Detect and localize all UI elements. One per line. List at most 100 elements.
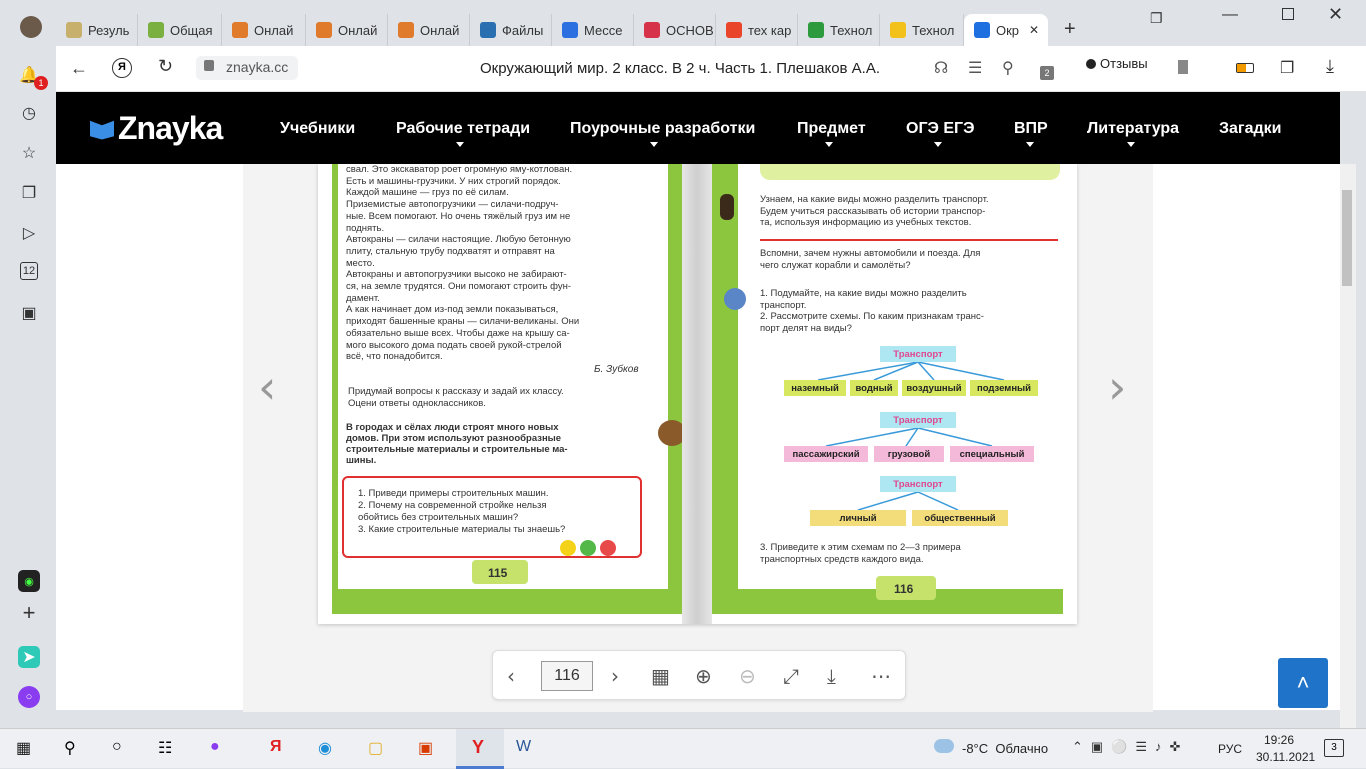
bookmark-manager-icon[interactable]: ❐ <box>1150 10 1163 27</box>
scrollbar[interactable] <box>1340 164 1356 728</box>
send-icon[interactable]: ➤ <box>18 646 40 668</box>
yandex-taskbar-icon[interactable]: Я <box>270 738 282 756</box>
alice-icon[interactable]: ○ <box>18 686 40 708</box>
tab-label: ОСНОВ <box>666 22 714 38</box>
new-tab-button[interactable]: + <box>1064 18 1076 41</box>
zoom-in-icon[interactable]: ⊕ <box>695 664 712 688</box>
nav-item-2[interactable]: Рабочие тетради <box>396 120 530 138</box>
weather-icon <box>934 739 954 753</box>
headphones-icon[interactable]: ☊ <box>934 58 948 78</box>
music-icon[interactable]: ◉ <box>18 570 40 592</box>
nav-item-1[interactable]: Учебники <box>280 120 355 138</box>
zoom-out-icon[interactable]: ⊖ <box>739 664 756 688</box>
notification-center[interactable]: 3 <box>1324 739 1344 757</box>
star-icon[interactable]: ☆ <box>18 142 40 164</box>
reviews-button[interactable]: Отзывы <box>1086 56 1148 71</box>
clipboard-icon[interactable]: ❐ <box>1280 58 1294 78</box>
tray-icons[interactable]: ⌃▣⚪☰♪✜ <box>1072 739 1188 755</box>
dropdown-caret-icon <box>1127 142 1135 147</box>
add-icon[interactable]: + <box>18 600 40 625</box>
nav-item-4[interactable]: Предмет <box>797 120 866 138</box>
office-icon[interactable]: ▣ <box>418 738 433 758</box>
text-line: всё, что понадобится. <box>346 351 443 363</box>
task-view-icon[interactable]: ☷ <box>158 738 172 758</box>
tab-favicon-icon <box>726 22 742 38</box>
language[interactable]: РУС <box>1218 742 1242 756</box>
tab-8[interactable]: ОСНОВ <box>634 14 716 46</box>
nav-item-7[interactable]: Литература <box>1087 120 1179 138</box>
tab-favicon-icon <box>316 22 332 38</box>
tab-1[interactable]: Резуль <box>56 14 138 46</box>
tab-10[interactable]: Технол <box>798 14 880 46</box>
start-icon[interactable]: ▦ <box>16 738 31 758</box>
extensions-badge[interactable]: 2 <box>1040 66 1054 80</box>
page-number-right: 116 <box>894 582 914 596</box>
tab-5[interactable]: Онлай <box>388 14 470 46</box>
calendar-icon[interactable]: 12 <box>20 262 38 280</box>
yandex-icon[interactable]: Я <box>112 58 132 78</box>
tab-6[interactable]: Файлы <box>470 14 552 46</box>
translate-icon[interactable]: ⚲ <box>1002 58 1014 78</box>
more-icon[interactable]: ⋯ <box>871 664 891 688</box>
screenshot-icon[interactable]: ▣ <box>18 302 40 324</box>
scheme-arrow <box>817 361 919 381</box>
next-page-arrow[interactable]: › <box>1108 360 1126 414</box>
text-line: Есть и машины-грузчики. У них строгий по… <box>346 175 561 187</box>
text-line: плиту, стальную трубу подхватят и отправ… <box>346 245 555 257</box>
maximize-button[interactable] <box>1282 8 1294 20</box>
dropdown-caret-icon <box>456 142 464 147</box>
tab-11[interactable]: Технол <box>880 14 964 46</box>
collections-icon[interactable]: ❐ <box>18 182 40 204</box>
address-bar: ← Я ↻ znayka.cc Окружающий мир. 2 класс.… <box>56 46 1366 92</box>
reload-icon[interactable]: ↻ <box>158 56 173 77</box>
tab-9[interactable]: тех кар <box>716 14 798 46</box>
text-line: обязательно выше всех. Чтобы даже на кры… <box>346 327 570 339</box>
tab-favicon-icon <box>890 22 906 38</box>
grid-icon[interactable]: ▦ <box>651 664 670 688</box>
download-page-icon[interactable]: ⤓ <box>827 664 836 688</box>
browser-sidebar: 🔔 1 ◷ ☆ ❐ ▷ 12 ▣ ◉ + ➤ ○ <box>0 0 56 728</box>
prev-icon[interactable]: ‹ <box>507 664 515 688</box>
alice-taskbar-icon[interactable]: ● <box>210 738 220 756</box>
text-line: Автокраны и автопогрузчики высоко не заб… <box>346 269 567 281</box>
edge-icon[interactable]: ◉ <box>318 738 332 758</box>
yandex-browser-active[interactable]: Y <box>456 729 504 769</box>
tab-favicon-icon <box>232 22 248 38</box>
minimize-button[interactable]: — <box>1222 6 1238 24</box>
tab-4[interactable]: Онлай <box>306 14 388 46</box>
close-tab-icon[interactable]: ✕ <box>1029 23 1039 37</box>
page-input[interactable]: 116 <box>541 661 593 691</box>
play-icon[interactable]: ▷ <box>18 222 40 244</box>
prev-page-arrow[interactable]: ‹ <box>258 360 276 414</box>
history-icon[interactable]: ◷ <box>18 102 40 124</box>
bookmark-icon[interactable] <box>1178 60 1188 74</box>
nav-item-5[interactable]: ОГЭ ЕГЭ <box>906 120 974 138</box>
nav-item-3[interactable]: Поурочные разработки <box>570 120 755 138</box>
cortana-icon[interactable]: ○ <box>112 738 122 756</box>
nav-item-6[interactable]: ВПР <box>1014 120 1048 138</box>
next-icon[interactable]: › <box>611 664 619 688</box>
close-window-button[interactable]: ✕ <box>1328 4 1343 25</box>
tab-12[interactable]: Окр ✕ <box>964 14 1048 46</box>
scheme-box: пассажирский <box>784 446 868 462</box>
text-line: та, используя информацию из учебных текс… <box>760 217 972 228</box>
scheme-box: общественный <box>912 510 1008 526</box>
back-icon[interactable]: ← <box>70 58 88 79</box>
reader-icon[interactable]: ☰ <box>968 58 982 78</box>
tab-label: Окр <box>996 22 1020 38</box>
download-icon[interactable]: ⤓ <box>1326 56 1334 77</box>
explorer-icon[interactable]: ▢ <box>368 738 383 758</box>
fullscreen-icon[interactable]: ⤢ <box>783 664 799 688</box>
avatar[interactable] <box>20 16 42 38</box>
search-icon[interactable]: ⚲ <box>64 738 76 758</box>
nav-item-8[interactable]: Загадки <box>1219 120 1281 138</box>
scroll-top-button[interactable]: ˄ <box>1278 658 1328 708</box>
znayka-logo[interactable]: Znayka <box>90 110 223 147</box>
tab-7[interactable]: Мессе <box>552 14 634 46</box>
scheme-arrow <box>857 491 919 511</box>
word-icon[interactable]: W <box>516 738 531 756</box>
tab-2[interactable]: Общая <box>138 14 222 46</box>
tab-3[interactable]: Онлай <box>222 14 306 46</box>
tab-favicon-icon <box>808 22 824 38</box>
text-line: Будем учиться рассказывать об истории тр… <box>760 205 986 217</box>
